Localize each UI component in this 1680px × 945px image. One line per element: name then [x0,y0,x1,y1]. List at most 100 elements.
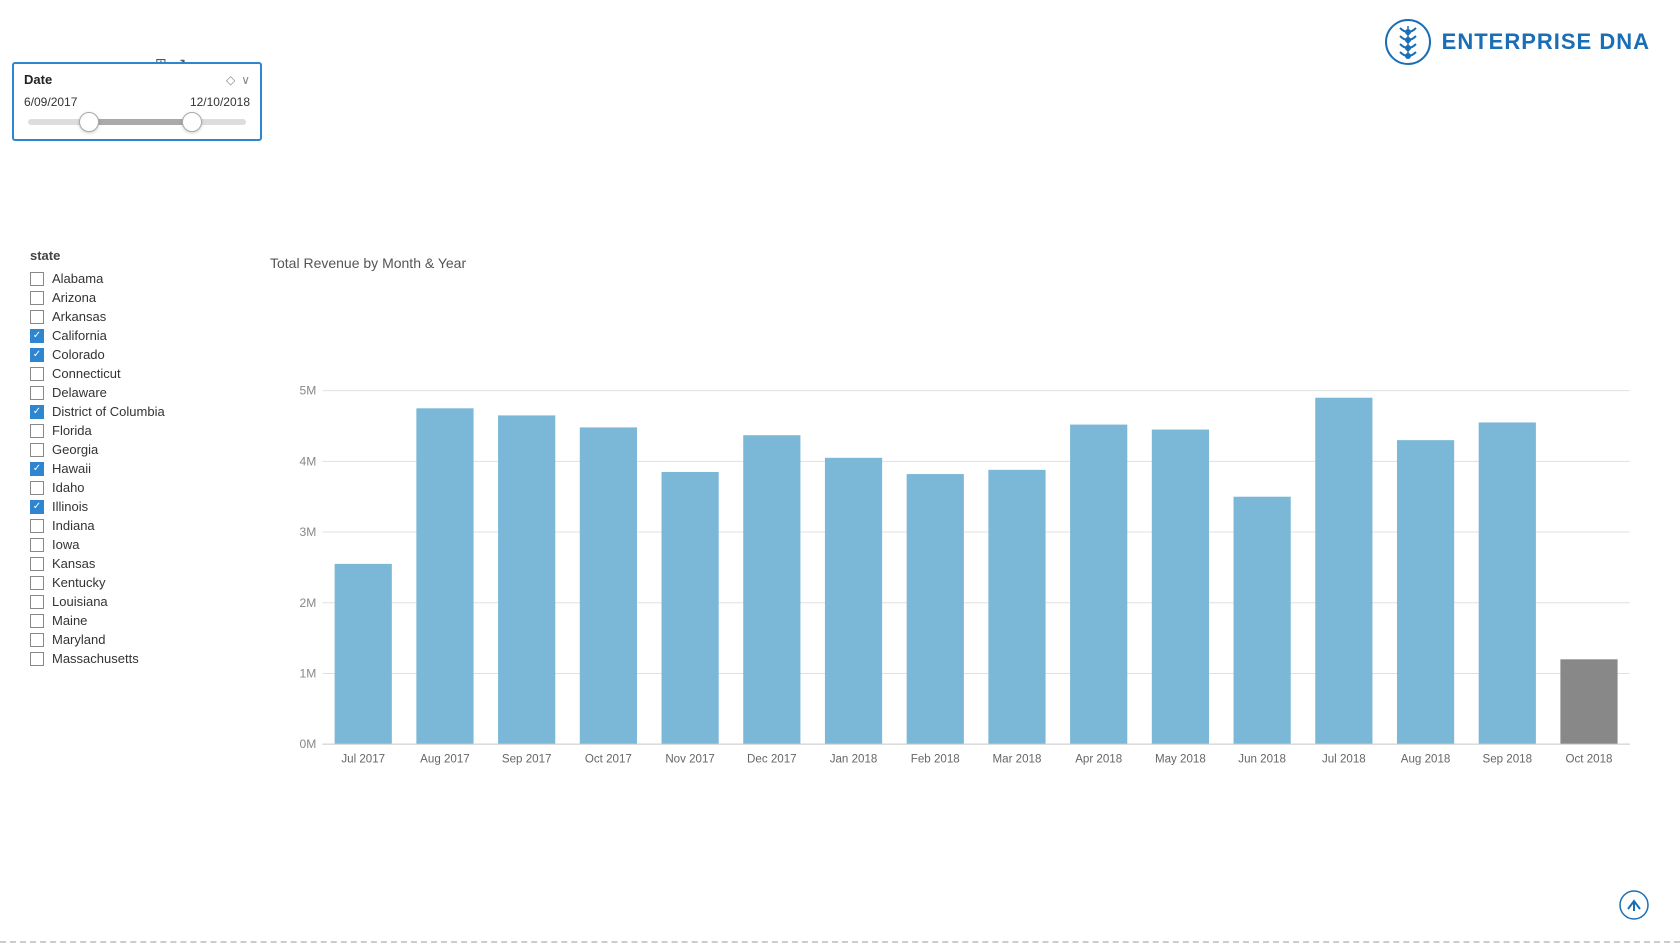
slider-thumb-right[interactable] [182,112,202,132]
state-item[interactable]: Colorado [30,347,230,362]
svg-text:1M: 1M [300,666,317,680]
x-label: Aug 2017 [420,753,470,765]
state-label: Alabama [52,271,103,286]
x-label: Oct 2017 [585,753,632,765]
slicer-header-actions: ◇ ∨ [226,73,250,87]
svg-text:0M: 0M [300,737,317,751]
state-checkbox[interactable] [30,500,44,514]
date-start[interactable]: 6/09/2017 [24,95,77,109]
state-item[interactable]: Maryland [30,632,230,647]
x-label: Sep 2017 [502,753,552,765]
state-checkbox[interactable] [30,310,44,324]
bar[interactable] [825,458,882,744]
state-checkbox[interactable] [30,481,44,495]
state-checkbox[interactable] [30,652,44,666]
bar[interactable] [1397,440,1454,744]
state-checkbox[interactable] [30,386,44,400]
bar[interactable] [662,472,719,744]
bar-chart: 5M4M3M2M1M0MJul 2017Aug 2017Sep 2017Oct … [270,283,1650,883]
state-label: Iowa [52,537,79,552]
state-checkbox[interactable] [30,367,44,381]
state-label: Illinois [52,499,88,514]
x-label: Sep 2018 [1482,753,1532,765]
state-item[interactable]: California [30,328,230,343]
state-checkbox[interactable] [30,557,44,571]
state-label: Maryland [52,632,105,647]
bar[interactable] [1070,425,1127,745]
date-end[interactable]: 12/10/2018 [190,95,250,109]
state-item[interactable]: Delaware [30,385,230,400]
state-checkbox[interactable] [30,595,44,609]
x-label: Nov 2017 [665,753,715,765]
state-checkbox[interactable] [30,405,44,419]
state-checkbox[interactable] [30,576,44,590]
svg-text:3M: 3M [300,525,317,539]
slicer-expand-icon[interactable]: ∨ [241,73,250,87]
state-item[interactable]: Arizona [30,290,230,305]
state-label: Georgia [52,442,98,457]
bar[interactable] [335,564,392,744]
bar[interactable] [1560,659,1617,744]
state-item[interactable]: Massachusetts [30,651,230,666]
bar[interactable] [1315,398,1372,744]
state-label: Arizona [52,290,96,305]
bar[interactable] [498,415,555,744]
state-item[interactable]: Georgia [30,442,230,457]
bar[interactable] [1234,497,1291,744]
state-label: Connecticut [52,366,121,381]
state-item[interactable]: Indiana [30,518,230,533]
state-item[interactable]: Alabama [30,271,230,286]
state-item[interactable]: Illinois [30,499,230,514]
state-label: Delaware [52,385,107,400]
bar[interactable] [1152,430,1209,745]
state-checkbox[interactable] [30,348,44,362]
slider-thumb-left[interactable] [79,112,99,132]
state-checkbox[interactable] [30,462,44,476]
state-label: California [52,328,107,343]
state-checkbox[interactable] [30,538,44,552]
slider-track [28,119,246,125]
state-item[interactable]: Kentucky [30,575,230,590]
svg-text:2M: 2M [300,596,317,610]
state-checkbox[interactable] [30,519,44,533]
subscribe-icon[interactable] [1618,889,1650,927]
state-checkbox[interactable] [30,424,44,438]
bar[interactable] [580,427,637,744]
state-label: Kentucky [52,575,105,590]
state-item[interactable]: Arkansas [30,309,230,324]
state-checkbox[interactable] [30,291,44,305]
bar[interactable] [743,435,800,744]
state-item[interactable]: Kansas [30,556,230,571]
state-item[interactable]: Florida [30,423,230,438]
state-item[interactable]: Louisiana [30,594,230,609]
state-checkbox[interactable] [30,443,44,457]
bar[interactable] [1479,422,1536,744]
x-label: May 2018 [1155,753,1206,765]
state-item[interactable]: Idaho [30,480,230,495]
state-item[interactable]: District of Columbia [30,404,230,419]
state-item[interactable]: Connecticut [30,366,230,381]
chart-title: Total Revenue by Month & Year [270,255,1650,271]
logo-icon [1384,18,1432,66]
x-label: Aug 2018 [1401,753,1451,765]
bar[interactable] [416,408,473,744]
slider-fill [89,119,191,125]
state-checkbox[interactable] [30,272,44,286]
state-label: Maine [52,613,87,628]
state-checkbox[interactable] [30,329,44,343]
logo-text: ENTERPRISE DNA [1442,29,1650,55]
bar[interactable] [907,474,964,744]
chart-area: Total Revenue by Month & Year 5M4M3M2M1M… [270,255,1650,885]
bar[interactable] [988,470,1045,744]
x-label: Dec 2017 [747,753,797,765]
x-label: Jun 2018 [1238,753,1286,765]
state-checkbox[interactable] [30,614,44,628]
date-slicer: Date ◇ ∨ 6/09/2017 12/10/2018 [12,62,262,141]
state-item[interactable]: Hawaii [30,461,230,476]
state-item[interactable]: Maine [30,613,230,628]
state-label: Louisiana [52,594,108,609]
state-item[interactable]: Iowa [30,537,230,552]
x-label: Feb 2018 [911,753,960,765]
slicer-reset-icon[interactable]: ◇ [226,73,235,87]
state-checkbox[interactable] [30,633,44,647]
